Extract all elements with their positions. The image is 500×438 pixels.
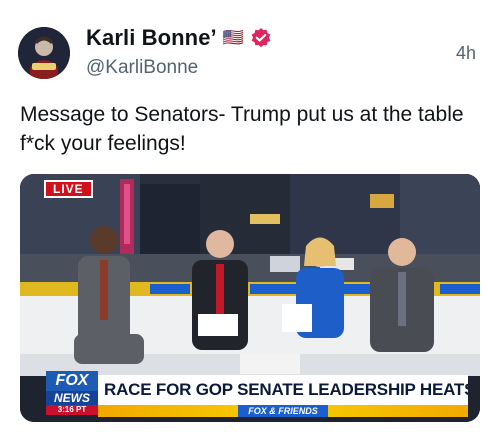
display-name[interactable]: Karli Bonne’	[86, 25, 217, 51]
post-text: Message to Senators- Trump put us at the…	[20, 103, 464, 155]
us-flag-icon: 🇺🇸	[222, 28, 244, 47]
video-thumbnail[interactable]: LIVE FOX NEWS 3:16 PT RACE FOR GOP SENAT…	[20, 174, 480, 422]
chyron-headline: RACE FOR GOP SENATE LEADERSHIP HEATS UP	[98, 375, 468, 405]
author-name-row[interactable]: Karli Bonne’ 🇺🇸	[86, 24, 272, 52]
chyron-subbar: FOX & FRIENDS	[98, 405, 468, 417]
fox-logo-bottom: NEWS	[46, 391, 98, 405]
tweet-card[interactable]: Karli Bonne’ 🇺🇸 @KarliBonne 4h Message t…	[0, 0, 500, 438]
show-label: FOX & FRIENDS	[238, 405, 328, 417]
fox-logo-top: FOX	[46, 371, 98, 391]
handle[interactable]: @KarliBonne	[86, 57, 198, 79]
broadcast-time: 3:16 PT	[46, 405, 98, 415]
live-badge: LIVE	[44, 180, 93, 198]
avatar[interactable]	[18, 27, 70, 79]
verified-badge-icon	[250, 27, 272, 49]
timestamp[interactable]: 4h	[456, 43, 476, 64]
fox-news-logo: FOX NEWS 3:16 PT	[46, 371, 98, 415]
